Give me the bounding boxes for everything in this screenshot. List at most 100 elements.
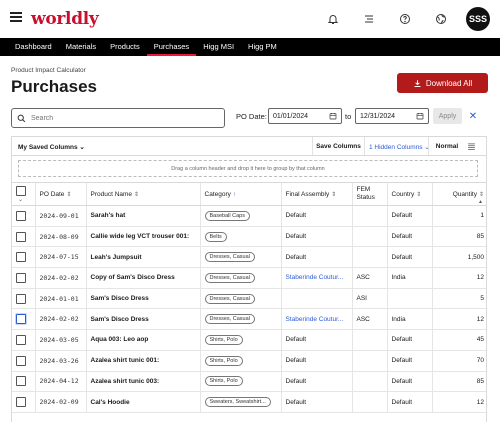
nav-purchases[interactable]: Purchases — [146, 38, 197, 56]
row-checkbox[interactable] — [16, 293, 26, 304]
final-assembly-header-label: Final Assembly — [285, 190, 330, 198]
table-row[interactable]: 2024-07-15 Leah's Jumpsuit Dresses, Casual… — [12, 246, 486, 269]
table-row[interactable]: 2024-02-02 Sam's Disco Dress Dresses, Casu… — [12, 308, 486, 331]
globe-icon[interactable] — [430, 8, 452, 30]
row-select-cell — [12, 288, 35, 310]
search-input[interactable] — [31, 114, 211, 122]
page-title: Purchases — [11, 77, 97, 96]
category-tag: Shirts, Polo — [204, 355, 243, 366]
breadcrumb: Product Impact Calculator — [11, 67, 86, 74]
quantity-cell: 85 — [431, 371, 486, 393]
purchases-grid: My Saved Columns ⌄ Save Columns 1 Hidden… — [11, 136, 487, 422]
country-cell: Default — [386, 246, 432, 269]
product-name-cell[interactable]: Aqua 003: Leo aop — [85, 329, 200, 351]
product-name-cell[interactable]: Azalea shirt tunic 003: — [85, 371, 200, 393]
sort-icon[interactable]: ⇕ — [479, 192, 484, 198]
row-checkbox[interactable] — [16, 397, 26, 408]
clear-filter-icon[interactable]: ✕ — [466, 108, 480, 124]
nav-materials[interactable]: Materials — [59, 38, 103, 56]
sort-icon[interactable]: ⇕ — [66, 192, 71, 198]
top-bar: worldly SSS — [0, 0, 500, 38]
row-checkbox[interactable] — [16, 334, 26, 345]
table-row[interactable]: 2024-08-09 Callie wide leg VCT trouser 00… — [12, 226, 486, 248]
col-header-product-name[interactable]: Product Name ⇕ — [85, 182, 200, 206]
scroll-up-arrow-icon[interactable]: ▲ — [478, 199, 484, 205]
worldly-logo[interactable]: worldly — [31, 9, 99, 29]
sort-icon[interactable]: ⇕ — [331, 192, 336, 198]
row-checkbox[interactable] — [16, 231, 26, 242]
product-name-cell[interactable]: Callie wide leg VCT trouser 001: — [85, 226, 200, 248]
date-from-input[interactable]: 01/01/2024 — [268, 108, 342, 124]
country-cell: Default — [386, 371, 432, 393]
row-checkbox[interactable] — [16, 272, 26, 283]
table-row[interactable]: 2024-03-26 Azalea shirt tunic 001: Shirts,… — [12, 350, 486, 372]
col-header-final-assembly[interactable]: Final Assembly ⇕ — [280, 182, 352, 206]
product-name-cell[interactable]: Cal's Hoodie — [85, 391, 200, 413]
sort-ascending-icon[interactable]: ↑ — [233, 192, 236, 198]
density-icon[interactable] — [467, 142, 476, 151]
final-assembly-cell: Default — [280, 391, 352, 413]
apply-button[interactable]: Apply — [433, 108, 462, 124]
download-all-label: Download All — [425, 78, 473, 88]
category-tag: Dresses, Casual — [204, 293, 255, 304]
row-checkbox[interactable] — [16, 252, 26, 263]
download-all-button[interactable]: Download All — [397, 73, 488, 93]
row-checkbox[interactable] — [16, 314, 26, 325]
sort-icon[interactable]: ⇕ — [416, 192, 421, 198]
final-assembly-cell[interactable]: Staberinde Coutur... — [280, 267, 352, 289]
po-date-cell: 2024-01-01 — [34, 288, 86, 310]
po-date-label: PO Date: — [236, 112, 267, 121]
nav-dashboard[interactable]: Dashboard — [8, 38, 59, 56]
nav-higg-pm[interactable]: Higg PM — [241, 38, 284, 56]
country-cell: Default — [386, 350, 432, 372]
my-saved-columns-dropdown[interactable]: My Saved Columns ⌄ — [18, 143, 85, 151]
row-checkbox[interactable] — [16, 376, 26, 387]
product-name-cell[interactable]: Copy of Sam's Disco Dress — [85, 267, 200, 289]
table-row[interactable]: 2024-01-01 Sam's Disco Dress Dresses, Casu… — [12, 288, 486, 310]
chevron-down-icon[interactable]: ⌄ — [18, 197, 23, 203]
po-date-cell: 2024-02-02 — [34, 308, 86, 331]
list-icon[interactable] — [358, 8, 380, 30]
nav-higg-msi[interactable]: Higg MSI — [196, 38, 241, 56]
save-columns-button[interactable]: Save Columns — [312, 137, 365, 155]
product-name-cell[interactable]: Azalea shirt tunic 001: — [85, 350, 200, 372]
table-row[interactable]: 2024-02-02 Copy of Sam's Disco Dress Dress… — [12, 267, 486, 289]
select-all-checkbox[interactable] — [16, 185, 26, 196]
density-toggle[interactable]: Normal — [428, 137, 465, 155]
product-name-cell[interactable]: Leah's Jumpsuit — [85, 246, 200, 269]
col-header-category[interactable]: Category ↑ — [199, 182, 281, 206]
product-name-cell[interactable]: Sam's Disco Dress — [85, 288, 200, 310]
date-to-input[interactable]: 12/31/2024 — [355, 108, 429, 124]
row-select-cell — [12, 226, 35, 248]
col-header-country[interactable]: Country ⇕ — [386, 182, 432, 206]
calendar-icon[interactable] — [329, 112, 337, 120]
group-drop-zone[interactable]: Drag a column header and drop it here to… — [18, 160, 478, 177]
table-row[interactable]: 2024-04-12 Azalea shirt tunic 003: Shirts,… — [12, 371, 486, 393]
table-row[interactable]: 2024-03-05 Aqua 003: Leo aop Shirts, Polo D… — [12, 329, 486, 351]
calendar-icon[interactable] — [416, 112, 424, 120]
final-assembly-cell[interactable]: Staberinde Coutur... — [280, 308, 352, 331]
fem-status-cell — [351, 350, 387, 372]
search-box[interactable] — [11, 108, 225, 128]
table-row[interactable]: 2024-02-09 Cal's Hoodie Sweaters, Sweatshi… — [12, 391, 486, 413]
hidden-columns-label: 1 Hidden Columns — [369, 144, 423, 151]
bell-icon[interactable] — [322, 8, 344, 30]
col-header-fem-status[interactable]: FEM Status — [351, 182, 387, 206]
table-row[interactable]: 2024-09-01 Sarah's hat Baseball Caps Defaul… — [12, 205, 486, 227]
quantity-cell: 5 — [431, 288, 486, 310]
hidden-columns-dropdown[interactable]: 1 Hidden Columns ⌄ — [369, 143, 430, 151]
product-name-cell[interactable]: Sarah's hat — [85, 205, 200, 227]
sort-icon[interactable]: ⇕ — [134, 192, 139, 198]
nav-products[interactable]: Products — [103, 38, 147, 56]
hamburger-menu-icon[interactable] — [10, 12, 22, 22]
po-date-cell: 2024-03-05 — [34, 329, 86, 351]
fem-status-cell — [351, 329, 387, 351]
help-icon[interactable] — [394, 8, 416, 30]
user-avatar[interactable]: SSS — [466, 7, 490, 31]
col-header-po-date[interactable]: PO Date ⇕ — [34, 182, 86, 206]
row-checkbox[interactable] — [16, 355, 26, 366]
product-name-cell[interactable]: Sam's Disco Dress — [85, 308, 200, 331]
row-checkbox[interactable] — [16, 210, 26, 221]
purchases-table: ⌄ PO Date ⇕ Product Name ⇕ Category ↑ Final… — [12, 182, 486, 413]
category-cell: Dresses, Casual — [199, 267, 281, 289]
